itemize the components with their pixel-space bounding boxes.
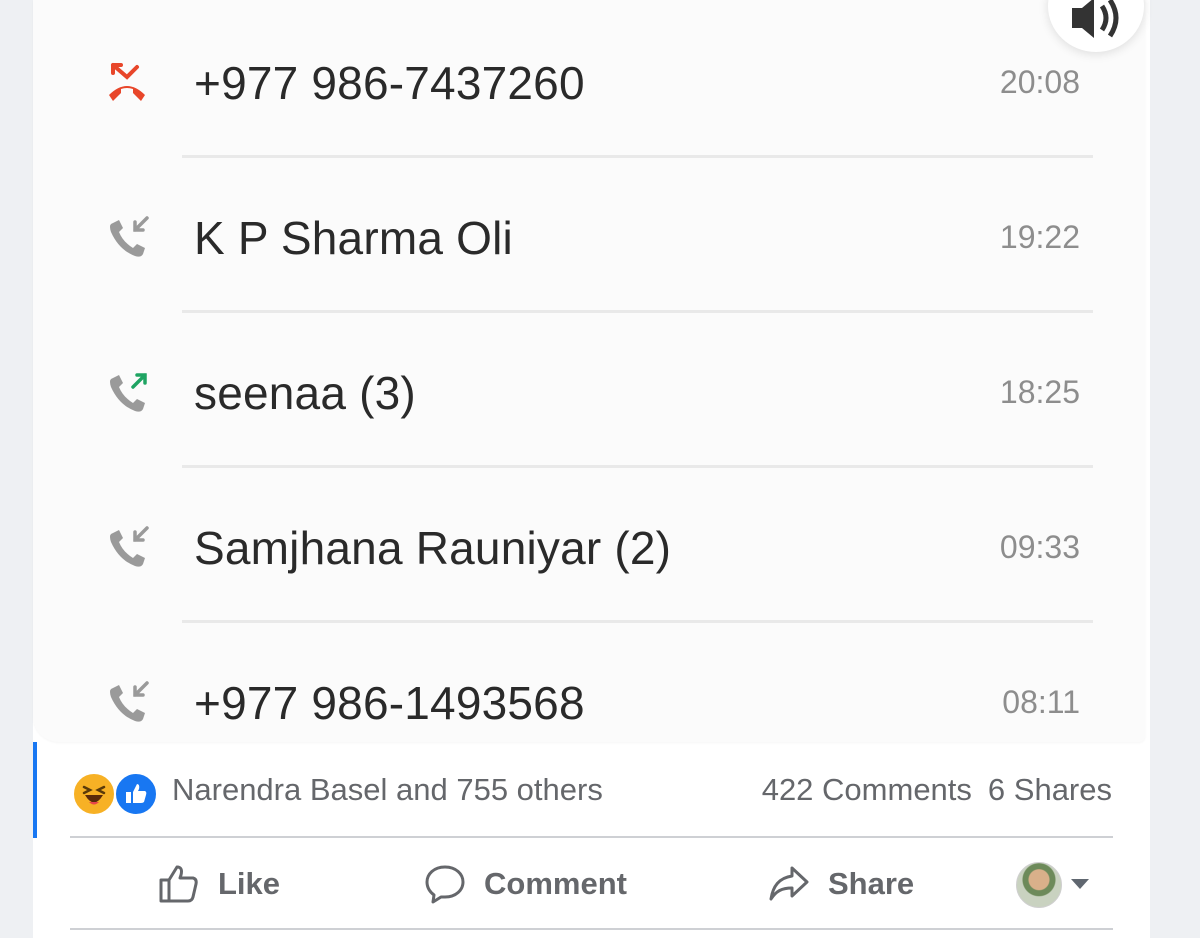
incoming-call-icon xyxy=(110,526,149,567)
share-button[interactable]: Share xyxy=(768,852,914,916)
focus-accent-bar xyxy=(33,742,37,838)
call-contact-name: K P Sharma Oli xyxy=(194,212,513,264)
reaction-icons[interactable] xyxy=(72,770,162,816)
share-label: Share xyxy=(828,866,915,901)
like-label: Like xyxy=(218,866,281,901)
thumbs-up-icon xyxy=(159,865,198,903)
call-contact-name: Samjhana Rauniyar (2) xyxy=(194,522,672,574)
row-divider xyxy=(182,465,1093,468)
comment-label: Comment xyxy=(484,866,627,901)
actions-divider xyxy=(70,836,1113,838)
call-log-row[interactable]: K P Sharma Oli 19:22 xyxy=(33,159,1145,314)
like-reaction-icon xyxy=(114,772,158,816)
call-time: 19:22 xyxy=(999,219,1080,255)
call-log-row[interactable]: Samjhana Rauniyar (2) 09:33 xyxy=(33,469,1145,624)
engagement-counts: 422 Comments 6 Shares xyxy=(762,772,1112,808)
call-contact-name: +977 986-1493568 xyxy=(194,677,585,729)
comments-count[interactable]: 422 Comments xyxy=(762,772,972,807)
call-time: 09:33 xyxy=(999,529,1080,565)
call-log-row[interactable]: seenaa (3) 18:25 xyxy=(33,314,1145,469)
comment-button[interactable]: Comment xyxy=(424,852,627,916)
outgoing-call-icon xyxy=(110,373,147,412)
audience-selector[interactable] xyxy=(1016,862,1096,908)
post-bottom-divider xyxy=(70,928,1113,930)
call-time: 18:25 xyxy=(999,374,1080,410)
call-contact-name: seenaa (3) xyxy=(194,367,416,419)
shares-count[interactable]: 6 Shares xyxy=(988,772,1112,807)
incoming-call-icon xyxy=(110,681,149,722)
incoming-call-icon xyxy=(110,216,149,257)
like-button[interactable]: Like xyxy=(158,852,280,916)
comment-bubble-icon xyxy=(425,865,465,904)
call-time: 20:08 xyxy=(999,64,1080,100)
call-contact-name: +977 986-7437260 xyxy=(194,57,585,109)
missed-call-icon xyxy=(109,63,145,101)
haha-reaction-icon xyxy=(72,772,116,816)
call-log-row[interactable]: +977 986-1493568 08:11 xyxy=(33,624,1145,779)
reactions-summary[interactable]: Narendra Basel and 755 others xyxy=(172,772,603,808)
row-divider xyxy=(182,310,1093,313)
avatar xyxy=(1016,862,1062,908)
call-time: 08:11 xyxy=(1002,684,1080,720)
call-log-row[interactable]: +977 986-7437260 20:08 xyxy=(33,4,1145,159)
row-divider xyxy=(182,155,1093,158)
chevron-down-icon xyxy=(1071,879,1089,889)
share-arrow-icon xyxy=(769,866,809,901)
row-divider xyxy=(182,620,1093,623)
